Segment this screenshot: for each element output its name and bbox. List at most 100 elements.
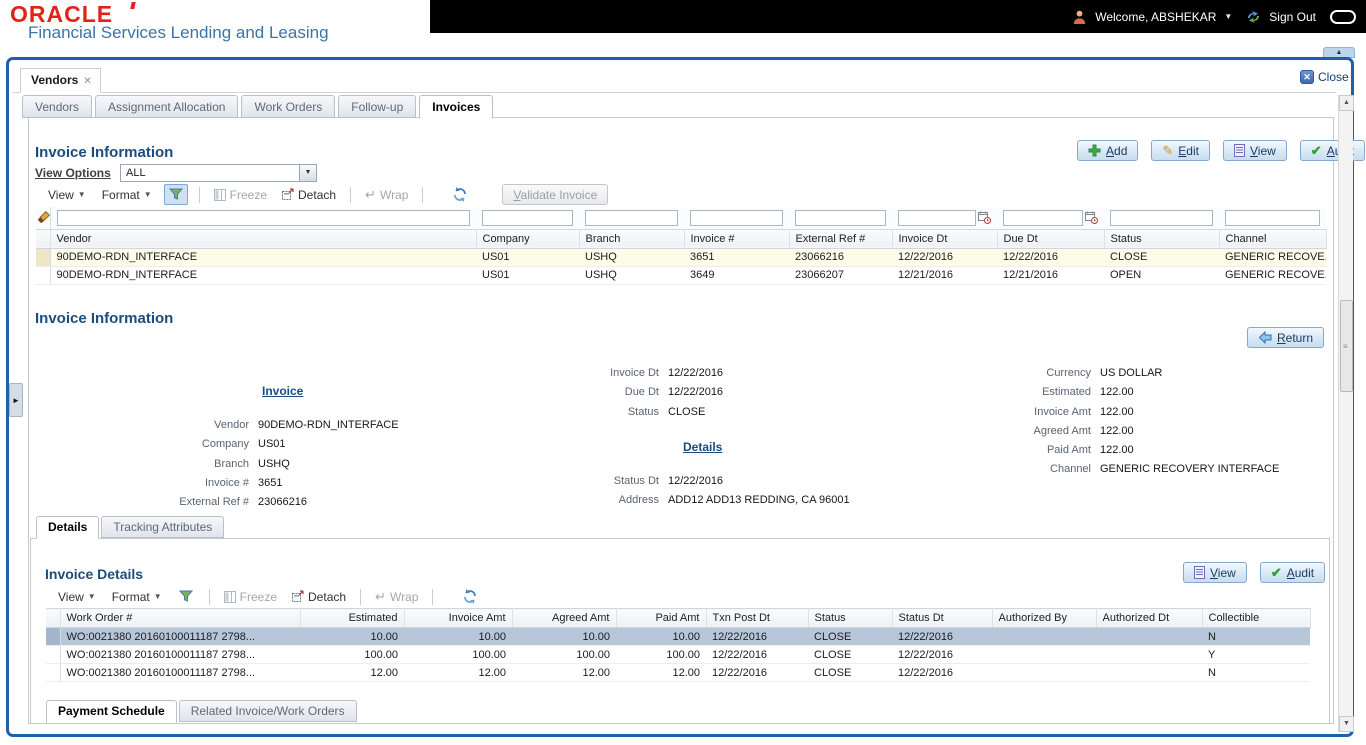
filter-input-branch[interactable] [585, 210, 678, 226]
format-menu[interactable]: Format▼ [108, 588, 166, 606]
column-header[interactable]: Status [1104, 229, 1219, 248]
freeze-icon [224, 591, 236, 603]
calendar-icon[interactable] [978, 211, 991, 224]
audit-button[interactable]: ✔ Audit [1260, 562, 1325, 583]
filter-input-channel[interactable] [1225, 210, 1320, 226]
edit-button[interactable]: ✎ Edit [1151, 140, 1210, 161]
vertical-scrollbar[interactable]: ▲ ≡ ▼ [1338, 95, 1353, 732]
column-header[interactable]: Invoice # [684, 229, 789, 248]
scroll-down-button[interactable]: ▼ [1339, 716, 1354, 732]
tab-invoices[interactable]: Invoices [419, 95, 493, 119]
workspace-divider [12, 92, 1336, 93]
field-row: StatusCLOSE [558, 406, 723, 425]
field-label: Company [120, 438, 258, 450]
tab-assignment-allocation[interactable]: Assignment Allocation [95, 95, 238, 118]
tab-vendors[interactable]: Vendors [22, 95, 92, 118]
filter-input-company[interactable] [482, 210, 573, 226]
column-header[interactable]: Status [808, 609, 892, 628]
table-row[interactable]: 90DEMO-RDN_INTERFACE US01 USHQ 3651 2306… [36, 248, 1326, 266]
freeze-button: Freeze [211, 186, 270, 204]
cell: US01 [476, 266, 579, 284]
validate-invoice-button: Validate Invoice [502, 184, 608, 205]
close-button[interactable]: ✕ Close [1300, 70, 1349, 84]
column-header[interactable]: Branch [579, 229, 684, 248]
scroll-up-button[interactable]: ▲ [1339, 95, 1354, 111]
column-header[interactable]: Company [476, 229, 579, 248]
view-button[interactable]: View [1223, 140, 1287, 161]
cell: GENERIC RECOVE... [1219, 266, 1326, 284]
view-options-select[interactable]: ALL ▼ [120, 164, 317, 182]
column-header[interactable]: Agreed Amt [512, 609, 616, 628]
welcome-user-menu[interactable]: Welcome, ABSHEKAR [1095, 10, 1216, 24]
freeze-label: Freeze [240, 590, 277, 604]
column-header[interactable]: Authorized By [992, 609, 1096, 628]
column-header[interactable]: Vendor [50, 229, 476, 248]
sign-out-link[interactable]: Sign Out [1269, 10, 1316, 24]
detach-label: Detach [298, 188, 336, 202]
column-header[interactable]: Due Dt [997, 229, 1104, 248]
field-label: Agreed Amt [990, 425, 1100, 437]
row-selector[interactable] [36, 248, 50, 266]
table-row[interactable]: 90DEMO-RDN_INTERFACE US01 USHQ 3649 2306… [36, 266, 1326, 284]
detach-button[interactable]: Detach [288, 588, 349, 606]
amounts-group-fields: CurrencyUS DOLLAR Estimated122.00 Invoic… [990, 367, 1279, 483]
status-indicator-icon[interactable] [1330, 10, 1356, 24]
chevron-down-icon[interactable]: ▼ [299, 165, 316, 181]
tab-follow-up[interactable]: Follow-up [338, 95, 416, 118]
column-header[interactable]: Txn Post Dt [706, 609, 808, 628]
filter-input-vendor[interactable] [57, 210, 471, 226]
table-row[interactable]: WO:0021380 20160100011187 2798... 100.00… [46, 646, 1310, 664]
table-row[interactable]: WO:0021380 20160100011187 2798... 10.00 … [46, 628, 1310, 646]
filter-input-status[interactable] [1110, 210, 1213, 226]
format-menu[interactable]: Format▼ [98, 186, 156, 204]
filter-input-invoice-dt[interactable] [898, 210, 976, 226]
close-tab-icon[interactable]: ✕ [83, 76, 91, 87]
column-header[interactable]: Invoice Dt [892, 229, 997, 248]
view-button[interactable]: View [1183, 562, 1247, 583]
table-row[interactable]: WO:0021380 20160100011187 2798... 12.00 … [46, 664, 1310, 682]
detach-button[interactable]: Detach [278, 186, 339, 204]
query-by-example-button[interactable] [164, 184, 188, 205]
tab-details[interactable]: Details [36, 516, 99, 539]
row-selector[interactable] [46, 628, 60, 646]
chevron-down-icon[interactable]: ▼ [1224, 12, 1232, 21]
user-icon [1072, 9, 1087, 25]
column-header[interactable]: Estimated [300, 609, 404, 628]
sidebar-expand-handle[interactable]: ► [9, 383, 23, 417]
return-button[interactable]: Return [1247, 327, 1324, 348]
wrap-icon: ↵ [365, 187, 376, 203]
column-header[interactable]: Collectible [1202, 609, 1310, 628]
view-menu[interactable]: View▼ [54, 588, 100, 606]
tab-tracking-attributes[interactable]: Tracking Attributes [101, 516, 224, 538]
filter-eraser-icon[interactable] [36, 207, 50, 229]
toolbar-separator [350, 187, 351, 203]
detach-icon [281, 188, 294, 201]
tab-work-orders[interactable]: Work Orders [241, 95, 335, 118]
row-selector[interactable] [36, 266, 50, 284]
workspace-tab-vendors[interactable]: Vendors✕ [20, 68, 101, 93]
column-header[interactable]: Authorized Dt [1096, 609, 1202, 628]
tab-payment-schedule[interactable]: Payment Schedule [46, 700, 177, 723]
filter-icon [169, 188, 183, 201]
cell [1096, 646, 1202, 664]
column-header[interactable]: Invoice Amt [404, 609, 512, 628]
row-selector[interactable] [46, 646, 60, 664]
query-by-example-button[interactable] [174, 586, 198, 607]
row-selector[interactable] [46, 664, 60, 682]
column-header[interactable]: External Ref # [789, 229, 892, 248]
audit-button[interactable]: ✔ Audit [1300, 140, 1365, 161]
filter-input-invoice-number[interactable] [690, 210, 783, 226]
tab-related-invoice-work-orders[interactable]: Related Invoice/Work Orders [179, 700, 357, 722]
refresh-button[interactable] [448, 184, 472, 205]
column-header[interactable]: Status Dt [892, 609, 992, 628]
calendar-icon[interactable] [1085, 211, 1098, 224]
filter-input-due-dt[interactable] [1003, 210, 1083, 226]
add-button[interactable]: Add [1077, 140, 1138, 161]
column-header[interactable]: Work Order # [60, 609, 300, 628]
refresh-button[interactable] [458, 586, 482, 607]
column-header[interactable]: Paid Amt [616, 609, 706, 628]
filter-input-external-ref[interactable] [795, 210, 886, 226]
scrollbar-thumb[interactable]: ≡ [1340, 300, 1353, 392]
view-menu[interactable]: View▼ [44, 186, 90, 204]
column-header[interactable]: Channel [1219, 229, 1326, 248]
